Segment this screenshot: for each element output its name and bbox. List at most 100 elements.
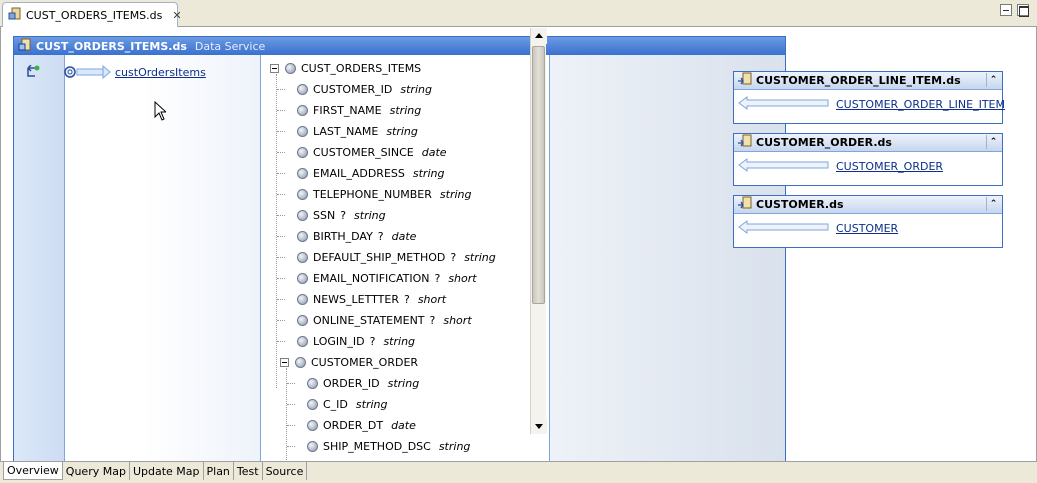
tree-field[interactable]: TELEPHONE_NUMBER string	[297, 184, 471, 205]
tab-update-map[interactable]: Update Map	[130, 462, 204, 480]
optional-marker: ?	[369, 335, 376, 348]
tree-connector	[277, 215, 285, 216]
element-node-icon	[297, 252, 308, 263]
tree-scrollbar[interactable]	[530, 28, 547, 434]
dependency-box: CUSTOMER.ds ⌃ CUSTOMER	[733, 195, 1003, 248]
tree-field[interactable]: EMAIL_ADDRESS string	[297, 163, 444, 184]
tree-field[interactable]: ONLINE_STATEMENT? short	[297, 310, 472, 331]
tree-connector	[277, 257, 285, 258]
tab-plan[interactable]: Plan	[204, 462, 234, 480]
tree-connector	[277, 152, 285, 153]
tree-field[interactable]: LAST_NAME string	[297, 121, 418, 142]
tree-field[interactable]: LOGIN_ID? string	[297, 331, 415, 352]
tree-connector	[277, 110, 285, 111]
node-type: string	[355, 398, 388, 411]
element-node-icon	[285, 63, 296, 74]
tree-node-label: CUSTOMER_SINCE	[313, 146, 414, 159]
tree-node-label: NEWS_LETTTER	[313, 293, 399, 306]
dependency-function-link[interactable]: CUSTOMER	[836, 222, 898, 235]
tab-overview[interactable]: Overview	[3, 462, 63, 480]
editor-tab[interactable]: CUST_ORDERS_ITEMS.ds ✕	[2, 2, 182, 27]
tree-field[interactable]: NEWS_LETTTER? short	[297, 289, 446, 310]
scroll-up-button[interactable]	[531, 28, 547, 44]
tree-node-label: SSN	[313, 209, 336, 222]
node-type: string	[389, 104, 422, 117]
collapse-toggle-icon[interactable]	[280, 358, 289, 367]
node-type: string	[386, 125, 418, 138]
tree-connector	[277, 341, 285, 342]
tree-child-field[interactable]: SHIP_METHOD_DSC string	[307, 436, 470, 457]
dependency-title: CUSTOMER_ORDER.ds	[756, 136, 892, 149]
tree-child-group[interactable]: CUSTOMER_ORDER	[280, 352, 418, 373]
maximize-button[interactable]	[1017, 4, 1029, 17]
element-node-icon	[307, 399, 318, 410]
scroll-down-button[interactable]	[531, 418, 547, 434]
optional-marker: ?	[434, 272, 441, 285]
data-service-icon	[737, 134, 753, 151]
data-service-title: CUST_ORDERS_ITEMS.ds	[36, 39, 187, 53]
tree-node-label: SHIP_METHOD_DSC	[323, 440, 431, 453]
editor-tab-title: CUST_ORDERS_ITEMS.ds	[26, 8, 163, 22]
data-flow-arrow-icon	[738, 220, 830, 237]
tree-child-field[interactable]: ORDER_ID string	[307, 373, 419, 394]
dependency-function-link[interactable]: CUSTOMER_ORDER	[836, 160, 943, 173]
node-type: short	[417, 293, 447, 306]
element-node-icon	[297, 84, 308, 95]
editor-tabbar: CUST_ORDERS_ITEMS.ds ✕	[0, 0, 1037, 27]
element-node-icon	[307, 420, 318, 431]
tree-field[interactable]: FIRST_NAME string	[297, 100, 421, 121]
tree-field[interactable]: CUSTOMER_SINCE date	[297, 142, 447, 163]
tree-connector	[286, 368, 287, 462]
tree-field[interactable]: DEFAULT_SHIP_METHOD? string	[297, 247, 496, 268]
element-node-icon	[297, 210, 308, 221]
tree-node-label: TELEPHONE_NUMBER	[313, 188, 432, 201]
node-type: string	[438, 440, 471, 453]
close-tab-icon[interactable]: ✕	[172, 9, 181, 22]
dependency-header: CUSTOMER.ds ⌃	[734, 196, 1002, 214]
tab-test[interactable]: Test	[234, 462, 263, 480]
node-type: string	[354, 209, 386, 222]
element-node-icon	[297, 147, 308, 158]
node-type: date	[391, 419, 416, 432]
data-service-icon	[8, 7, 22, 24]
tree-node-label: C_ID	[323, 398, 348, 411]
dependency-title: CUSTOMER_ORDER_LINE_ITEM.ds	[756, 74, 961, 87]
tree-root[interactable]: CUST_ORDERS_ITEMS	[270, 58, 421, 79]
collapse-icon[interactable]: ⌃	[986, 197, 1000, 211]
scroll-thumb[interactable]	[532, 46, 545, 304]
element-node-icon	[297, 294, 308, 305]
tree-connector	[277, 278, 285, 279]
optional-marker: ?	[377, 230, 384, 243]
dependency-function-link[interactable]: CUSTOMER_ORDER_LINE_ITEM	[836, 98, 1005, 111]
tree-field[interactable]: BIRTH_DAY? date	[297, 226, 416, 247]
operation-link[interactable]: custOrdersItems	[115, 66, 206, 79]
tree-connector	[277, 236, 285, 237]
tree-child-field[interactable]: ORDER_DT date	[307, 415, 416, 436]
add-operation-icon[interactable]	[25, 64, 41, 82]
tab-query-map[interactable]: Query Map	[63, 462, 130, 480]
tree-node-label: EMAIL_ADDRESS	[313, 167, 405, 180]
collapse-toggle-icon[interactable]	[270, 64, 279, 73]
tree-child-field[interactable]: C_ID string	[307, 394, 387, 415]
dependency-header: CUSTOMER_ORDER_LINE_ITEM.ds ⌃	[734, 72, 1002, 90]
minimize-button[interactable]	[1000, 4, 1012, 16]
tree-connector	[277, 194, 285, 195]
tree-field[interactable]: SSN? string	[297, 205, 386, 226]
tab-source[interactable]: Source	[263, 462, 308, 480]
collapse-icon[interactable]: ⌃	[986, 73, 1000, 87]
tree-connector	[287, 383, 295, 384]
element-node-icon	[297, 168, 308, 179]
tree-node-label: EMAIL_NOTIFICATION	[313, 272, 430, 285]
tree-node-label: BIRTH_DAY	[313, 230, 373, 243]
operation-gear-icon	[63, 64, 111, 82]
node-type: string	[383, 335, 416, 348]
element-node-icon	[297, 189, 308, 200]
dependency-box: CUSTOMER_ORDER.ds ⌃ CUSTOMER_ORDER	[733, 133, 1003, 186]
element-node-icon	[297, 315, 308, 326]
dependency-box: CUSTOMER_ORDER_LINE_ITEM.ds ⌃ CUSTOMER_ORD…	[733, 71, 1005, 124]
element-node-icon	[307, 441, 318, 452]
tree-field[interactable]: EMAIL_NOTIFICATION? short	[297, 268, 477, 289]
tree-field[interactable]: CUSTOMER_ID string	[297, 79, 432, 100]
collapse-icon[interactable]: ⌃	[986, 135, 1000, 149]
tree-connector	[277, 131, 285, 132]
